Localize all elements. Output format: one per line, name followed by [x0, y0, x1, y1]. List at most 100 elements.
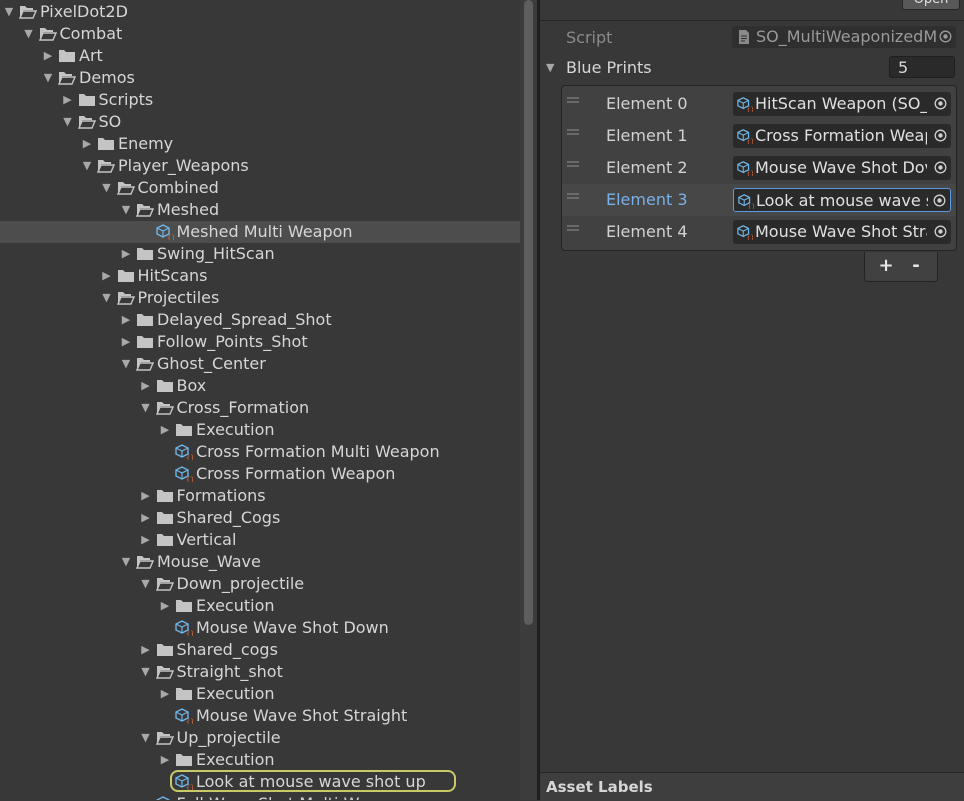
tree-item[interactable]: ▼ Demos [0, 67, 520, 89]
blueprints-label[interactable]: Blue Prints [566, 58, 652, 77]
expanded-arrow-icon[interactable]: ▼ [22, 23, 36, 45]
collapsed-arrow-icon[interactable]: ▶ [139, 375, 153, 397]
expanded-arrow-icon[interactable]: ▼ [139, 397, 153, 419]
object-picker-icon[interactable] [934, 161, 947, 174]
collapsed-arrow-icon[interactable]: ▶ [158, 749, 172, 771]
tree-item[interactable]: {}Mouse Wave Shot Down [0, 617, 520, 639]
tree-item[interactable]: ▶ Execution [0, 683, 520, 705]
tree-item[interactable]: ▶ Execution [0, 419, 520, 441]
object-picker-icon[interactable] [939, 30, 952, 43]
expanded-arrow-icon[interactable]: ▼ [139, 661, 153, 683]
tree-scrollbar-thumb[interactable] [524, 0, 533, 625]
collapsed-arrow-icon[interactable]: ▶ [61, 89, 75, 111]
collapsed-arrow-icon[interactable]: ▶ [119, 243, 133, 265]
collapsed-arrow-icon[interactable]: ▶ [139, 529, 153, 551]
asset-labels-bar[interactable]: Asset Labels [540, 772, 964, 801]
tree-item[interactable]: ▼ Projectiles [0, 287, 520, 309]
expanded-arrow-icon[interactable]: ▼ [41, 67, 55, 89]
tree-item[interactable]: ▼ PixelDot2D [0, 1, 520, 23]
scriptable-object-icon: {} [738, 193, 756, 210]
tree-item[interactable]: ▼ Meshed [0, 199, 520, 221]
tree-item[interactable]: ▶ Shared_cogs [0, 639, 520, 661]
expanded-arrow-icon[interactable]: ▼ [139, 573, 153, 595]
tree-item[interactable]: ▶ Follow_Points_Shot [0, 331, 520, 353]
collapsed-arrow-icon[interactable]: ▶ [80, 133, 94, 155]
object-field[interactable]: {}Look at mouse wave s [733, 188, 951, 212]
tree-item[interactable]: ▼ Player_Weapons [0, 155, 520, 177]
expanded-arrow-icon[interactable]: ▼ [80, 155, 94, 177]
expanded-arrow-icon[interactable]: ▼ [119, 199, 133, 221]
project-tree[interactable]: ▼ PixelDot2D ▼ Combat ▶ Art ▼ Demos ▶ Scripts ▼ SO ▶… [0, 0, 520, 800]
tree-item[interactable]: {}Full Wave Shot Multi Weapon [0, 793, 520, 800]
drag-handle-icon[interactable] [567, 193, 579, 199]
add-element-button[interactable]: + [873, 254, 899, 278]
expanded-arrow-icon[interactable]: ▼ [119, 551, 133, 573]
blueprint-element-row[interactable]: Element 3 {}Look at mouse wave s [562, 184, 956, 216]
object-field[interactable]: {}Cross Formation Weap [733, 124, 951, 148]
expanded-arrow-icon[interactable]: ▼ [119, 353, 133, 375]
blueprint-element-row[interactable]: Element 0 {}HitScan Weapon (SO_ [562, 88, 956, 120]
collapsed-arrow-icon[interactable]: ▶ [100, 265, 114, 287]
tree-item[interactable]: {}Look at mouse wave shot up [0, 770, 520, 793]
tree-item[interactable]: ▶ Execution [0, 595, 520, 617]
collapsed-arrow-icon[interactable]: ▶ [119, 331, 133, 353]
object-field[interactable]: {}Mouse Wave Shot Stra [733, 220, 951, 244]
open-button[interactable]: Open [902, 0, 960, 10]
object-field[interactable]: {}Mouse Wave Shot Dov [733, 156, 951, 180]
tree-item[interactable]: ▶ Enemy [0, 133, 520, 155]
expanded-arrow-icon[interactable]: ▼ [100, 177, 114, 199]
blueprints-size-field[interactable]: 5 [889, 56, 955, 78]
tree-item[interactable]: ▼ Ghost_Center [0, 353, 520, 375]
object-picker-icon[interactable] [934, 129, 947, 142]
blueprint-element-row[interactable]: Element 1 {}Cross Formation Weap [562, 120, 956, 152]
blueprint-element-row[interactable]: Element 4 {}Mouse Wave Shot Stra [562, 216, 956, 248]
blueprints-foldout-arrow-icon[interactable]: ▼ [546, 61, 554, 74]
tree-item[interactable]: ▶ HitScans [0, 265, 520, 287]
tree-item[interactable]: ▼ Straight_shot [0, 661, 520, 683]
drag-handle-icon[interactable] [567, 129, 579, 135]
expanded-arrow-icon[interactable]: ▼ [139, 727, 153, 749]
drag-handle-icon[interactable] [567, 225, 579, 231]
tree-item[interactable]: ▶ Shared_Cogs [0, 507, 520, 529]
tree-item[interactable]: ▼ Mouse_Wave [0, 551, 520, 573]
tree-item[interactable]: {}Meshed Multi Weapon [0, 221, 520, 243]
collapsed-arrow-icon[interactable]: ▶ [158, 595, 172, 617]
object-picker-icon[interactable] [933, 194, 946, 207]
drag-handle-icon[interactable] [567, 97, 579, 103]
collapsed-arrow-icon[interactable]: ▶ [139, 485, 153, 507]
tree-item[interactable]: ▼ Up_projectile [0, 727, 520, 749]
collapsed-arrow-icon[interactable]: ▶ [158, 419, 172, 441]
tree-item[interactable]: {}Mouse Wave Shot Straight [0, 705, 520, 727]
collapsed-arrow-icon[interactable]: ▶ [41, 45, 55, 67]
tree-item[interactable]: ▼ Cross_Formation [0, 397, 520, 419]
blueprint-element-row[interactable]: Element 2 {}Mouse Wave Shot Dov [562, 152, 956, 184]
remove-element-button[interactable]: - [903, 254, 929, 278]
expanded-arrow-icon[interactable]: ▼ [2, 1, 16, 23]
tree-item[interactable]: ▶ Scripts [0, 89, 520, 111]
tree-item[interactable]: {}Cross Formation Weapon [0, 463, 520, 485]
expanded-arrow-icon[interactable]: ▼ [61, 111, 75, 133]
collapsed-arrow-icon[interactable]: ▶ [139, 639, 153, 661]
tree-item[interactable]: {}Cross Formation Multi Weapon [0, 441, 520, 463]
script-field[interactable]: SO_MultiWeaponizedM [732, 26, 956, 48]
object-picker-icon[interactable] [934, 97, 947, 110]
object-field[interactable]: {}HitScan Weapon (SO_ [733, 92, 951, 116]
tree-item[interactable]: ▶ Formations [0, 485, 520, 507]
object-picker-icon[interactable] [934, 225, 947, 238]
tree-item[interactable]: ▶ Execution [0, 749, 520, 771]
tree-item[interactable]: ▼ Combined [0, 177, 520, 199]
collapsed-arrow-icon[interactable]: ▶ [139, 507, 153, 529]
tree-item[interactable]: ▶ Swing_HitScan [0, 243, 520, 265]
tree-scrollbar[interactable] [520, 0, 537, 800]
drag-handle-icon[interactable] [567, 161, 579, 167]
tree-item[interactable]: ▶ Art [0, 45, 520, 67]
expanded-arrow-icon[interactable]: ▼ [100, 287, 114, 309]
tree-item[interactable]: ▶ Box [0, 375, 520, 397]
tree-item[interactable]: ▶ Vertical [0, 529, 520, 551]
collapsed-arrow-icon[interactable]: ▶ [119, 309, 133, 331]
tree-item[interactable]: ▼ Down_projectile [0, 573, 520, 595]
tree-item[interactable]: ▼ SO [0, 111, 520, 133]
collapsed-arrow-icon[interactable]: ▶ [158, 683, 172, 705]
tree-item[interactable]: ▼ Combat [0, 23, 520, 45]
tree-item[interactable]: ▶ Delayed_Spread_Shot [0, 309, 520, 331]
